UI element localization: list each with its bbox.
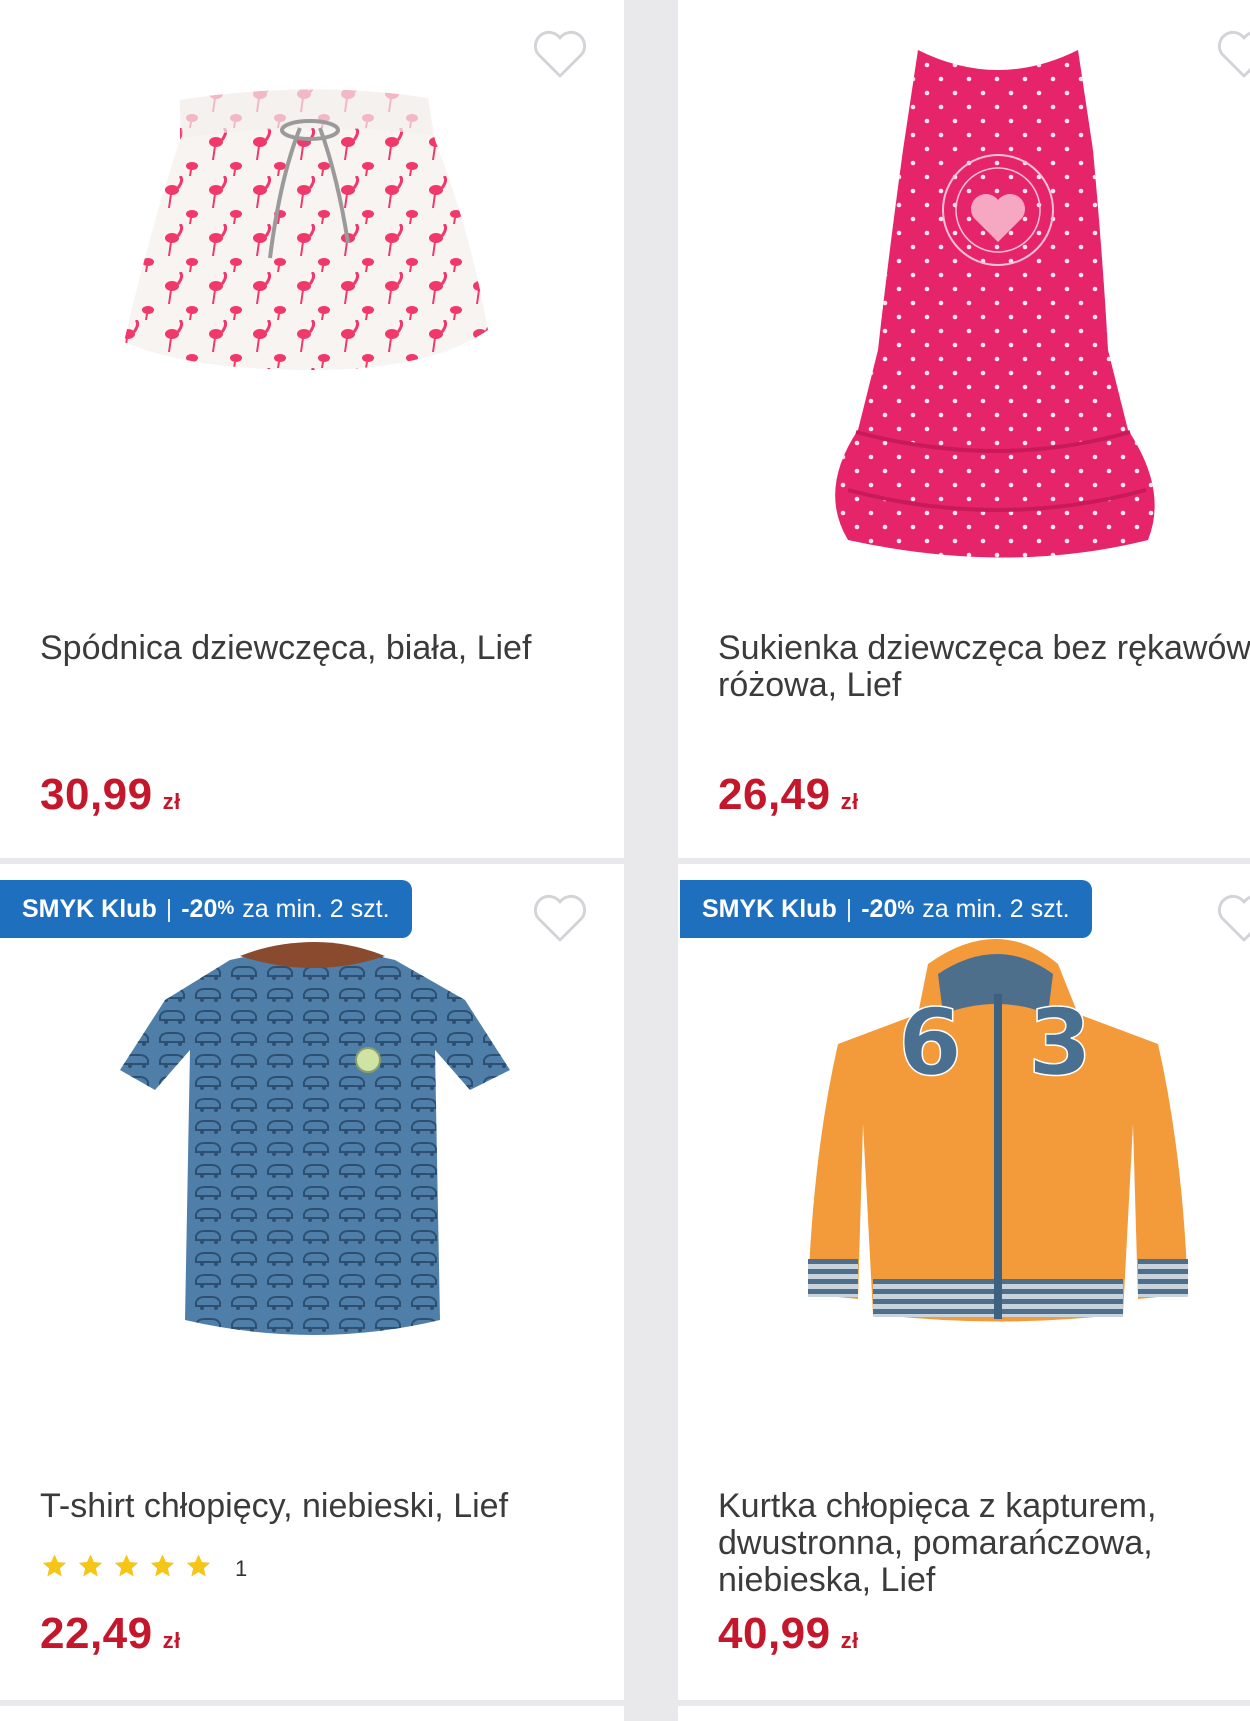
star-icon	[114, 1554, 139, 1577]
badge-percent: %	[217, 898, 235, 919]
price-currency: zł	[840, 1628, 859, 1653]
price-value: 30,99	[40, 770, 153, 819]
badge-discount: -20	[181, 894, 218, 923]
club-promo-badge: SMYK Klub | -20% za min. 2 szt.	[0, 880, 412, 938]
product-card-skirt[interactable]: Spódnica dziewczęca, biała, Lief 30,99 zł	[0, 0, 624, 858]
product-title[interactable]: T-shirt chłopięcy, niebieski, Lief	[40, 1488, 624, 1525]
star-icon	[186, 1554, 211, 1577]
product-title[interactable]: Sukienka dziewczęca bez rękawów, różowa,…	[718, 630, 1250, 704]
badge-brand: SMYK Klub	[22, 894, 157, 923]
product-image-tshirt[interactable]	[120, 940, 510, 1360]
product-image-dress[interactable]	[808, 30, 1188, 575]
price-currency: zł	[162, 789, 181, 814]
price-currency: zł	[840, 789, 859, 814]
product-title[interactable]: Spódnica dziewczęca, biała, Lief	[40, 630, 624, 667]
star-icon	[78, 1554, 103, 1577]
price-value: 40,99	[718, 1609, 831, 1658]
svg-text:3: 3	[1028, 989, 1092, 1096]
product-price: 40,99 zł	[718, 1609, 859, 1659]
product-card-partial[interactable]	[678, 1706, 1250, 1721]
product-card-partial[interactable]	[0, 1706, 624, 1721]
product-price: 22,49 zł	[40, 1609, 181, 1659]
wishlist-heart-icon[interactable]	[532, 30, 588, 80]
price-value: 26,49	[718, 770, 831, 819]
badge-percent: %	[897, 898, 915, 919]
product-image-jacket[interactable]: 6 3	[788, 924, 1208, 1364]
club-promo-badge: SMYK Klub | -20% za min. 2 szt.	[680, 880, 1092, 938]
badge-brand: SMYK Klub	[702, 894, 837, 923]
star-icon	[150, 1554, 175, 1577]
product-price: 26,49 zł	[718, 770, 859, 820]
product-rating[interactable]: 1	[40, 1552, 247, 1585]
product-card-jacket[interactable]: 6 3 SMYK Klub | -20% za min. 2 szt. Kurtka …	[678, 864, 1250, 1700]
badge-separator: |	[845, 894, 853, 923]
badge-discount: -20	[861, 894, 898, 923]
badge-separator: |	[165, 894, 173, 923]
price-currency: zł	[162, 1628, 181, 1653]
product-title[interactable]: Kurtka chłopięca z kapturem, dwustronna,…	[718, 1488, 1188, 1599]
product-card-tshirt[interactable]: SMYK Klub | -20% za min. 2 szt. T-shirt chł…	[0, 864, 624, 1700]
star-icon	[42, 1554, 67, 1577]
product-price: 30,99 zł	[40, 770, 181, 820]
price-value: 22,49	[40, 1609, 153, 1658]
rating-count: 1	[235, 1555, 248, 1581]
wishlist-heart-icon[interactable]	[1216, 30, 1250, 80]
badge-condition: za min. 2 szt.	[922, 894, 1070, 923]
star-icons	[40, 1552, 220, 1585]
wishlist-heart-icon[interactable]	[1216, 894, 1250, 944]
wishlist-heart-icon[interactable]	[532, 894, 588, 944]
badge-condition: za min. 2 szt.	[242, 894, 390, 923]
svg-text:6: 6	[898, 989, 962, 1096]
product-card-dress[interactable]: Sukienka dziewczęca bez rękawów, różowa,…	[678, 0, 1250, 858]
product-image-skirt[interactable]	[110, 80, 500, 440]
